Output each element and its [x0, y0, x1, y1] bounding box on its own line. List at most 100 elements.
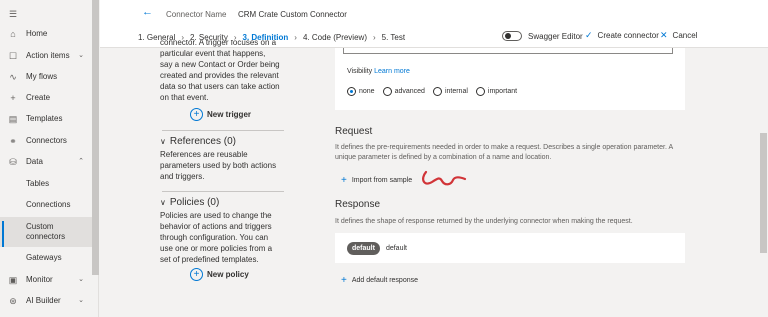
checkmark-icon: ✓	[585, 30, 593, 40]
desc-line: say a new Contact or Order being	[160, 60, 280, 69]
visibility-label: Visibility Learn more	[347, 68, 410, 75]
nav-label: Action items	[26, 51, 70, 60]
nav-label: My flows	[26, 72, 58, 81]
cancel-button[interactable]: ✕ Cancel	[660, 30, 697, 41]
step-code-preview[interactable]: 4. Code (Preview)	[303, 33, 367, 42]
desc-line: connector. A trigger focuses on a	[160, 40, 277, 47]
create-connector-button[interactable]: ✓ Create connector	[585, 30, 659, 41]
nav-label: Tables	[26, 179, 50, 188]
nav-item-monitor[interactable]: ▣ Monitor ⌄	[0, 269, 92, 291]
radio-none[interactable]: none	[347, 87, 375, 96]
add-circle-icon: +	[190, 268, 203, 281]
nav-label: Monitor	[26, 275, 53, 284]
create-icon: +	[10, 93, 16, 103]
home-icon: ⌂	[10, 29, 16, 39]
hamburger-menu-icon[interactable]: ☰	[9, 9, 17, 20]
nav-label: Gateways	[26, 253, 62, 262]
add-circle-icon: +	[190, 108, 203, 121]
desc-line: created and provides the relevant	[160, 71, 279, 80]
chevron-up-icon[interactable]: ⌃	[78, 157, 84, 165]
nav-item-data[interactable]: ⛁ Data ⌃	[0, 151, 92, 173]
chevron-down-icon[interactable]: ⌄	[78, 296, 84, 304]
policies-header[interactable]: ∨ Policies (0)	[160, 197, 290, 208]
nav-item-connections[interactable]: Connections	[0, 194, 92, 216]
monitor-icon: ▣	[8, 274, 18, 285]
nav-item-home[interactable]: ⌂ Home	[0, 23, 92, 45]
new-policy-button[interactable]: + New policy	[190, 268, 290, 281]
radio-label: none	[359, 88, 375, 95]
connector-name-value[interactable]: CRM Crate Custom Connector	[238, 10, 347, 19]
cancel-label: Cancel	[672, 31, 698, 40]
new-trigger-button[interactable]: + New trigger	[190, 108, 290, 121]
nav-label: Connectors	[26, 136, 67, 145]
action-items-icon: ☐	[8, 50, 18, 61]
response-title: Response	[335, 199, 381, 210]
chevron-down-icon[interactable]: ⌄	[78, 51, 84, 59]
radio-label: important	[487, 88, 518, 95]
trigger-description: connector. A trigger focuses on a partic…	[160, 40, 290, 103]
response-description: It defines the shape of response returne…	[335, 218, 633, 225]
templates-icon: ▤	[8, 113, 18, 124]
radio-circle	[432, 87, 442, 96]
radio-circle	[347, 87, 356, 96]
operations-panel: connector. A trigger focuses on a partic…	[160, 40, 290, 281]
nav-item-connectors[interactable]: ⚭ Connectors	[0, 130, 92, 152]
import-from-sample-button[interactable]: + Import from sample	[341, 169, 685, 191]
content-scrollbar[interactable]	[759, 48, 768, 317]
nav-item-create[interactable]: + Create	[0, 87, 92, 109]
desc-line: particular event that happens,	[160, 49, 266, 58]
scrollbar-thumb[interactable]	[760, 133, 767, 253]
new-trigger-label: New trigger	[207, 110, 252, 119]
references-description: References are reusable parameters used …	[160, 150, 277, 181]
plus-icon: +	[341, 275, 347, 286]
chevron-down-icon[interactable]: ⌄	[78, 275, 84, 283]
back-arrow-icon[interactable]: ←	[142, 6, 153, 18]
chevron-right-icon: ›	[372, 32, 376, 42]
nav-item-tables[interactable]: Tables	[0, 173, 92, 195]
default-response-card[interactable]: default default	[335, 233, 685, 263]
swagger-editor-toggle[interactable]	[502, 31, 522, 41]
policies-title: Policies (0)	[169, 197, 220, 208]
description-textarea[interactable]	[343, 48, 673, 54]
radio-circle	[382, 87, 392, 96]
nav-item-gateways[interactable]: Gateways	[0, 247, 92, 269]
ai-builder-icon: ⊛	[9, 295, 17, 306]
radio-important[interactable]: important	[475, 87, 518, 96]
flows-icon: ∿	[9, 71, 17, 82]
radio-circle	[475, 87, 485, 96]
nav-item-templates[interactable]: ▤ Templates	[0, 108, 92, 130]
nav-scrollbar[interactable]	[92, 0, 99, 275]
nav-label: Home	[26, 29, 48, 38]
connectors-icon: ⚭	[9, 135, 17, 146]
nav-item-my-flows[interactable]: ∿ My flows	[0, 66, 92, 88]
nav-item-action-items[interactable]: ☐ Action items ⌄	[0, 45, 92, 67]
nav-label: AI Builder	[26, 296, 61, 305]
nav-label: Connections	[26, 200, 71, 209]
desc-line: on that event.	[160, 93, 209, 102]
chevron-down-icon: ∨	[160, 198, 166, 207]
swagger-editor-label: Swagger Editor	[528, 32, 583, 41]
plus-icon: +	[341, 174, 347, 186]
data-icon: ⛁	[9, 156, 17, 167]
references-header[interactable]: ∨ References (0)	[160, 136, 290, 147]
visibility-text: Visibility	[347, 68, 373, 75]
radio-label: advanced	[394, 88, 425, 95]
left-navigation: ☰ ⌂ Home ☐ Action items ⌄ ∿ My flows + C…	[0, 0, 99, 317]
references-title: References (0)	[169, 136, 236, 147]
nav-item-ai-builder[interactable]: ⊛ AI Builder ⌄	[0, 290, 92, 312]
red-squiggle-annotation	[422, 170, 467, 186]
divider	[162, 191, 284, 192]
nav-label: Data	[26, 157, 43, 166]
general-card: Visibility Learn more none advanced inte…	[335, 48, 685, 110]
policies-description: Policies are used to change the behavior…	[160, 211, 273, 264]
radio-advanced[interactable]: advanced	[382, 87, 425, 96]
add-default-response-label: Add default response	[351, 277, 419, 284]
nav-item-custom-connectors[interactable]: Custom connectors	[0, 217, 92, 247]
radio-internal[interactable]: internal	[432, 87, 468, 96]
new-policy-label: New policy	[207, 270, 249, 279]
add-default-response-button[interactable]: + Add default response	[341, 275, 685, 286]
default-response-badge[interactable]: default	[347, 241, 380, 255]
step-test[interactable]: 5. Test	[382, 33, 405, 42]
learn-more-link[interactable]: Learn more	[374, 68, 410, 75]
nav-label: Templates	[26, 114, 63, 123]
